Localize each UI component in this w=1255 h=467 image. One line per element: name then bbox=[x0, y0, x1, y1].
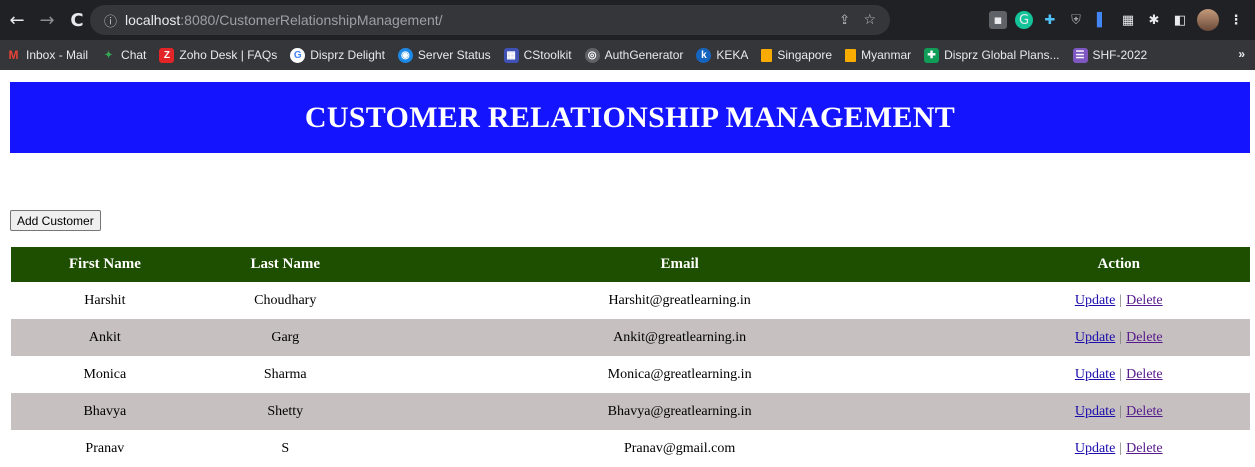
forward-icon[interactable]: → bbox=[34, 7, 60, 33]
header-action: Action bbox=[1097, 256, 1141, 272]
cell-first-name: Monica bbox=[83, 366, 127, 382]
cell-email: Harshit@greatlearning.in bbox=[608, 292, 751, 308]
back-icon[interactable]: ← bbox=[4, 7, 30, 33]
folder-icon bbox=[845, 48, 857, 62]
table-row: Monica Sharma Monica@greatlearning.in Up… bbox=[11, 356, 1250, 393]
table-row: Pranav S Pranav@gmail.com Update | Delete bbox=[11, 430, 1250, 467]
menu-kebab-icon[interactable]: ⋮ bbox=[1227, 11, 1245, 29]
delete-link[interactable]: Delete bbox=[1126, 367, 1163, 382]
extension-icon[interactable]: ▪ bbox=[989, 11, 1007, 29]
cell-last-name: S bbox=[281, 440, 290, 456]
action-separator: | bbox=[1119, 440, 1123, 456]
bookmark-authgenerator[interactable]: ◎ AuthGenerator bbox=[584, 47, 683, 63]
folder-icon bbox=[761, 48, 773, 62]
table-header-row: First Name Last Name Email Action bbox=[11, 247, 1250, 282]
bookmark-star-icon[interactable]: ☆ bbox=[863, 12, 876, 28]
cell-action: Update | Delete bbox=[988, 282, 1250, 319]
delete-link[interactable]: Delete bbox=[1126, 330, 1163, 345]
table-row: Ankit Garg Ankit@greatlearning.in Update… bbox=[11, 319, 1250, 356]
cell-first-name: Pranav bbox=[85, 440, 125, 456]
zoho-icon: Z bbox=[159, 47, 175, 63]
extension-badge-icon[interactable]: ✚ bbox=[1041, 11, 1059, 29]
forms-icon: ☰ bbox=[1072, 47, 1088, 63]
cell-first-name: Bhavya bbox=[83, 403, 127, 419]
extension-bar-icon[interactable]: ▌ bbox=[1093, 11, 1111, 29]
sheets-icon: ✚ bbox=[924, 47, 940, 63]
cell-last-name: Shetty bbox=[267, 403, 304, 419]
bookmark-shf-2022[interactable]: ☰ SHF-2022 bbox=[1072, 47, 1147, 63]
cell-email: Pranav@gmail.com bbox=[623, 440, 736, 456]
extensions-bar: ▪ G ✚ ⛨ ▌ ▦ ✱ ◧ ⋮ bbox=[989, 5, 1245, 35]
table-row: Bhavya Shetty Bhavya@greatlearning.in Up… bbox=[11, 393, 1250, 430]
google-icon: G bbox=[290, 47, 306, 63]
side-panel-icon[interactable]: ◧ bbox=[1171, 11, 1189, 29]
profile-avatar[interactable] bbox=[1197, 9, 1219, 31]
bookmark-disprz-global-plans[interactable]: ✚ Disprz Global Plans... bbox=[924, 47, 1060, 63]
header-last-name: Last Name bbox=[250, 256, 321, 272]
cell-action: Update | Delete bbox=[988, 356, 1250, 393]
update-link[interactable]: Update bbox=[1075, 441, 1115, 456]
action-separator: | bbox=[1119, 329, 1123, 345]
info-icon[interactable]: ⓘ bbox=[104, 11, 117, 30]
cell-action: Update | Delete bbox=[988, 393, 1250, 430]
bookmark-folder-myanmar[interactable]: Myanmar bbox=[845, 48, 911, 62]
reload-icon[interactable]: C bbox=[64, 7, 90, 33]
cell-last-name: Sharma bbox=[263, 366, 307, 382]
extension-grid-icon[interactable]: ▦ bbox=[1119, 11, 1137, 29]
page-title: CUSTOMER RELATIONSHIP MANAGEMENT bbox=[304, 100, 956, 134]
cell-last-name: Choudhary bbox=[254, 292, 317, 308]
update-link[interactable]: Update bbox=[1075, 367, 1115, 382]
server-status-icon: ◉ bbox=[397, 47, 413, 63]
grammarly-icon[interactable]: G bbox=[1015, 11, 1033, 29]
address-bar[interactable]: ⓘ localhost:8080/CustomerRelationshipMan… bbox=[90, 5, 890, 35]
cell-action: Update | Delete bbox=[988, 430, 1250, 467]
bookmark-server-status[interactable]: ◉ Server Status bbox=[397, 47, 491, 63]
cell-email: Ankit@greatlearning.in bbox=[613, 329, 747, 345]
bookmark-keka[interactable]: k KEKA bbox=[696, 47, 748, 63]
action-separator: | bbox=[1119, 292, 1123, 308]
bookmark-chat[interactable]: ✦ Chat bbox=[101, 48, 146, 63]
bookmark-zoho-desk[interactable]: Z Zoho Desk | FAQs bbox=[159, 47, 277, 63]
update-link[interactable]: Update bbox=[1075, 293, 1115, 308]
url-path: :8080/CustomerRelationshipManagement/ bbox=[180, 12, 443, 28]
gmail-icon: M bbox=[8, 48, 19, 62]
cell-first-name: Ankit bbox=[88, 329, 121, 345]
share-icon[interactable]: ⇪ bbox=[839, 13, 850, 28]
update-link[interactable]: Update bbox=[1075, 404, 1115, 419]
page-banner: CUSTOMER RELATIONSHIP MANAGEMENT bbox=[10, 82, 1250, 153]
cell-last-name: Garg bbox=[271, 329, 300, 345]
extension-shield-icon[interactable]: ⛨ bbox=[1067, 11, 1085, 29]
customer-table: First Name Last Name Email Action Harshi… bbox=[11, 247, 1250, 467]
table-row: Harshit Choudhary Harshit@greatlearning.… bbox=[11, 282, 1250, 319]
action-separator: | bbox=[1119, 403, 1123, 419]
delete-link[interactable]: Delete bbox=[1126, 441, 1163, 456]
update-link[interactable]: Update bbox=[1075, 330, 1115, 345]
delete-link[interactable]: Delete bbox=[1126, 404, 1163, 419]
bookmark-inbox-mail[interactable]: M Inbox - Mail bbox=[6, 48, 89, 63]
cell-first-name: Harshit bbox=[84, 292, 126, 308]
keka-icon: k bbox=[696, 47, 712, 63]
bookmark-folder-singapore[interactable]: Singapore bbox=[761, 48, 832, 62]
header-email: Email bbox=[660, 256, 699, 272]
url-host: localhost bbox=[125, 12, 181, 28]
bookmark-disprz-delight[interactable]: G Disprz Delight bbox=[290, 47, 385, 63]
browser-toolbar: ← → C ⓘ localhost:8080/CustomerRelations… bbox=[0, 0, 1255, 40]
bookmarks-bar: M Inbox - Mail ✦ Chat Z Zoho Desk | FAQs GD… bbox=[0, 40, 1255, 70]
puzzle-icon[interactable]: ✱ bbox=[1145, 11, 1163, 29]
cell-email: Monica@greatlearning.in bbox=[607, 366, 752, 382]
chat-icon: ✦ bbox=[104, 49, 113, 61]
globe-icon: ◎ bbox=[584, 47, 600, 63]
add-customer-button[interactable]: Add Customer bbox=[10, 210, 101, 231]
header-first-name: First Name bbox=[68, 256, 141, 272]
action-separator: | bbox=[1119, 366, 1123, 382]
cstoolkit-icon: ▦ bbox=[503, 47, 519, 63]
bookmark-cstoolkit[interactable]: ▦ CStoolkit bbox=[503, 47, 572, 63]
cell-action: Update | Delete bbox=[988, 319, 1250, 356]
bookmarks-overflow-icon[interactable]: » bbox=[1238, 47, 1245, 61]
delete-link[interactable]: Delete bbox=[1126, 293, 1163, 308]
cell-email: Bhavya@greatlearning.in bbox=[607, 403, 752, 419]
